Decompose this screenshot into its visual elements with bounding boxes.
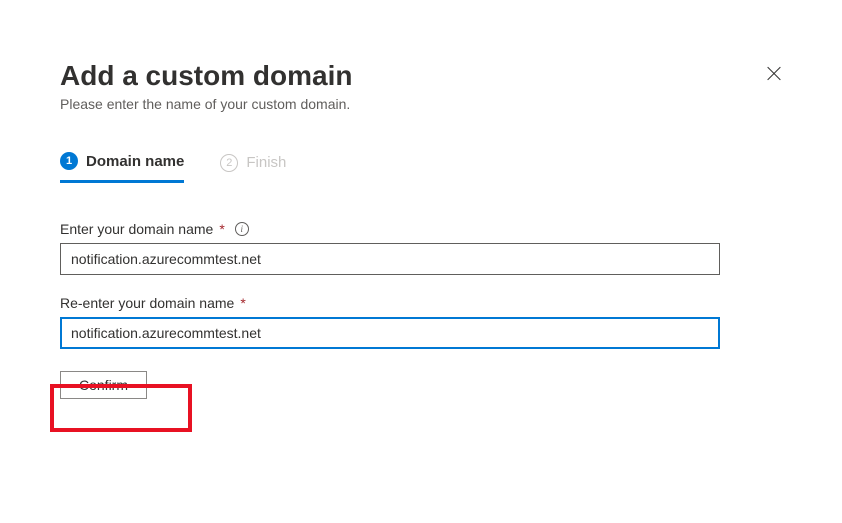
step-number-badge: 1 (60, 152, 78, 170)
step-label: Domain name (86, 153, 184, 170)
reenter-domain-input[interactable] (60, 317, 720, 349)
domain-name-label: Enter your domain name * i (60, 221, 782, 237)
page-subtitle: Please enter the name of your custom dom… (60, 96, 352, 112)
step-domain-name[interactable]: 1 Domain name (60, 152, 184, 183)
confirm-button[interactable]: Confirm (60, 371, 147, 399)
step-label: Finish (246, 154, 286, 171)
step-finish: 2 Finish (220, 152, 286, 183)
reenter-domain-label: Re-enter your domain name * (60, 295, 782, 311)
wizard-steps: 1 Domain name 2 Finish (60, 152, 782, 183)
required-indicator: * (240, 295, 245, 311)
page-title: Add a custom domain (60, 60, 352, 92)
required-indicator: * (219, 221, 224, 237)
info-icon[interactable]: i (235, 222, 249, 236)
step-number-badge: 2 (220, 154, 238, 172)
domain-name-input[interactable] (60, 243, 720, 275)
close-icon[interactable] (766, 66, 782, 82)
